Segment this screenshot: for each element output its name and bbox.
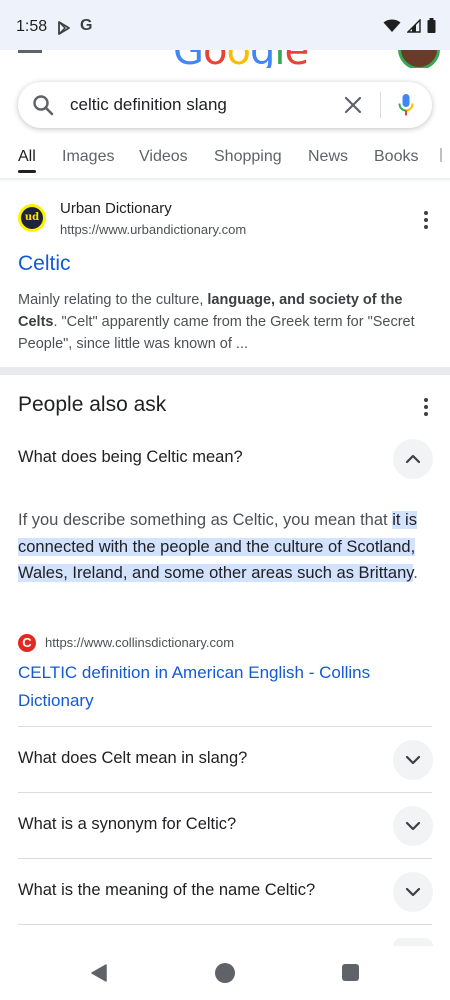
expand-button[interactable]: [393, 740, 433, 780]
divider: [18, 726, 432, 727]
tab-books[interactable]: Books: [374, 148, 418, 166]
active-tab-indicator: [18, 170, 36, 173]
menu-icon[interactable]: [18, 50, 42, 53]
tab-images[interactable]: Images: [62, 148, 114, 166]
collins-logo[interactable]: C: [18, 634, 36, 652]
search-divider: [380, 92, 381, 118]
search-box[interactable]: celtic definition slang: [18, 82, 432, 128]
result-snippet: Mainly relating to the culture, language…: [18, 292, 415, 352]
play-store-icon: [56, 20, 72, 41]
recents-icon[interactable]: [342, 964, 359, 981]
tab-shopping[interactable]: Shopping: [214, 148, 282, 166]
wifi-icon: [383, 19, 401, 38]
divider: [18, 858, 432, 859]
paa-question[interactable]: What is a synonym for Celtic?: [18, 815, 236, 834]
status-icons: [383, 17, 436, 38]
chevron-down-icon: [405, 821, 421, 831]
result-title-link[interactable]: Celtic: [18, 252, 71, 276]
paa-question[interactable]: What is the meaning of the name Celtic?: [18, 881, 315, 900]
close-icon[interactable]: [342, 94, 364, 121]
microphone-icon[interactable]: [398, 93, 414, 122]
status-time: 1:58: [16, 18, 48, 35]
answer-source-link[interactable]: CELTIC definition in American English - …: [18, 659, 418, 715]
paa-question[interactable]: What does Celt mean in slang?: [18, 749, 247, 768]
chevron-up-icon: [405, 454, 421, 464]
tabs-shadow: [0, 178, 450, 182]
paa-answer: If you describe something as Celtic, you…: [18, 511, 418, 582]
tab-videos[interactable]: Videos: [139, 148, 188, 166]
tab-news[interactable]: News: [308, 148, 348, 166]
signal-icon: [406, 17, 421, 38]
collapse-button[interactable]: [393, 439, 433, 479]
tab-all[interactable]: All: [18, 148, 36, 166]
google-logo[interactable]: Google: [173, 50, 309, 68]
more-tabs-hint: [440, 148, 442, 162]
chevron-down-icon: [405, 887, 421, 897]
result-site-name[interactable]: Urban Dictionary: [60, 200, 172, 217]
more-options-icon[interactable]: [420, 210, 432, 235]
urban-dictionary-logo[interactable]: ud: [18, 204, 46, 232]
answer-source-url[interactable]: https://www.collinsdictionary.com: [45, 635, 234, 650]
paa-more-options-icon[interactable]: [420, 397, 432, 422]
search-icon[interactable]: [32, 94, 54, 121]
battery-icon: [427, 18, 436, 38]
system-nav-bar: [0, 946, 450, 1000]
google-notification-icon: G: [80, 17, 93, 34]
next-question-chevron-peek: [393, 938, 433, 946]
chevron-down-icon: [405, 755, 421, 765]
divider: [18, 792, 432, 793]
search-input[interactable]: celtic definition slang: [70, 95, 227, 115]
expand-button[interactable]: [393, 872, 433, 912]
expand-button[interactable]: [393, 806, 433, 846]
people-also-ask-heading: People also ask: [18, 393, 167, 416]
back-icon[interactable]: [89, 963, 109, 988]
google-header: Google: [0, 50, 450, 68]
section-separator: [0, 367, 450, 375]
home-icon[interactable]: [215, 963, 235, 983]
account-avatar[interactable]: [398, 50, 440, 68]
paa-question-expanded[interactable]: What does being Celtic mean?: [18, 448, 243, 467]
status-bar: 1:58 G: [0, 0, 450, 50]
search-tabs: All Images Videos Shopping News Books: [0, 140, 450, 176]
divider: [18, 924, 432, 925]
result-url[interactable]: https://www.urbandictionary.com: [60, 222, 246, 237]
